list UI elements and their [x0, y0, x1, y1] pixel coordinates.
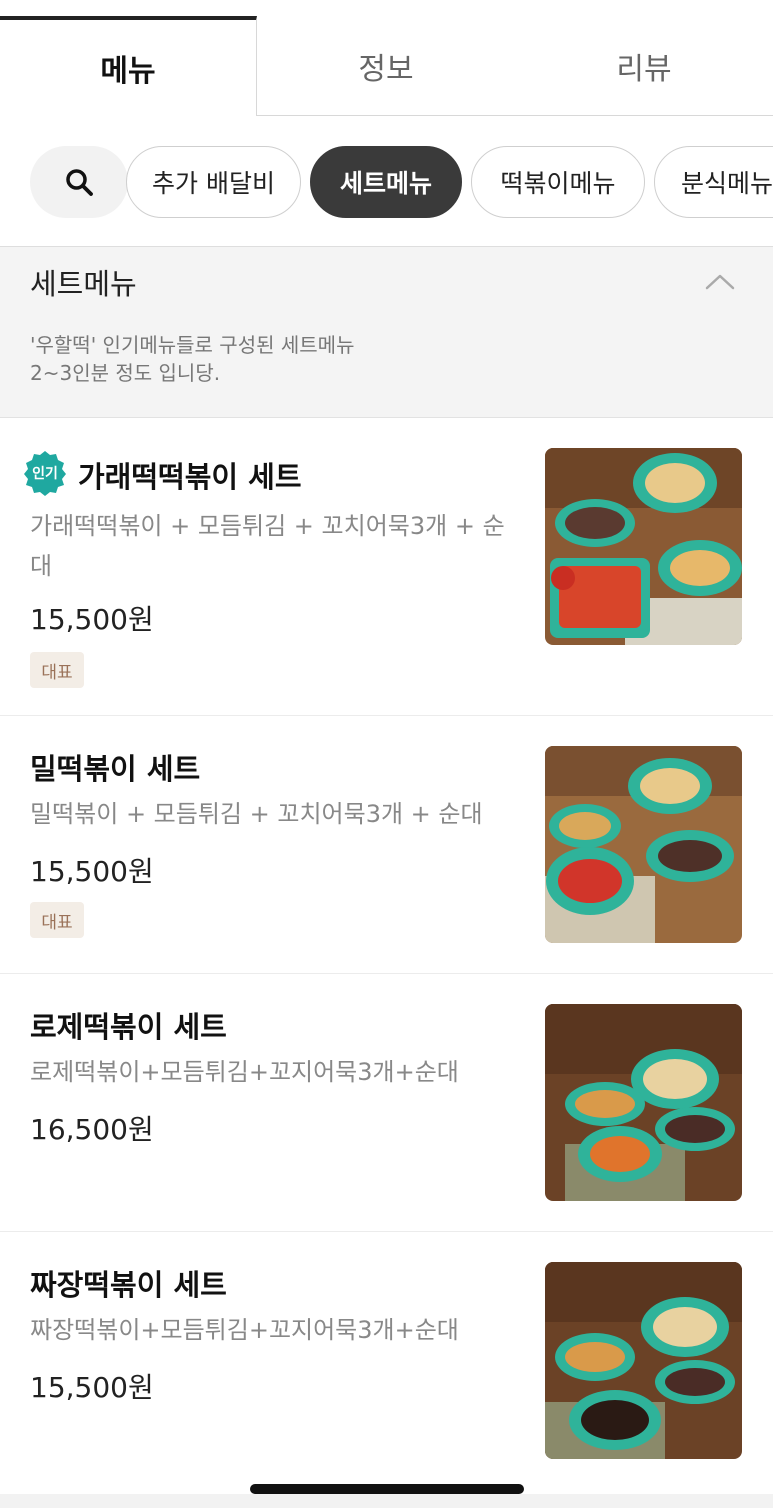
- popular-badge-label: 인기: [32, 466, 58, 482]
- search-icon: [66, 169, 93, 196]
- menu-item-name: 로제떡볶이 세트: [30, 1010, 227, 1044]
- menu-item-description: 로제떡볶이+모듬튀김+꼬지어묵3개+순대: [30, 1058, 459, 1086]
- chip-snack-menu[interactable]: 분식메뉴: [654, 146, 773, 218]
- chip-extra-delivery-fee[interactable]: 추가 배달비: [126, 146, 301, 218]
- section-description-line: '우할떡' 인기메뉴들로 구성된 세트메뉴: [30, 333, 355, 357]
- search-button[interactable]: [30, 146, 128, 218]
- menu-item-price: 15,500원: [30, 855, 154, 888]
- menu-item-photo: [545, 1004, 742, 1201]
- representative-tag: 대표: [30, 652, 84, 688]
- menu-item-name: 밀떡볶이 세트: [30, 752, 201, 786]
- section-header-set-menu[interactable]: 세트메뉴 '우할떡' 인기메뉴들로 구성된 세트메뉴 2~3인분 정도 입니당.: [0, 246, 773, 418]
- menu-item[interactable]: 밀떡볶이 세트 밀떡볶이 + 모듬튀김 + 꼬치어묵3개 + 순대 15,500…: [0, 716, 773, 974]
- menu-item-photo: [545, 448, 742, 645]
- representative-tag: 대표: [30, 902, 84, 938]
- menu-item-photo: [545, 1262, 742, 1459]
- menu-item-price: 15,500원: [30, 1371, 154, 1404]
- tab-bar: 메뉴 정보 리뷰: [0, 0, 773, 116]
- menu-item[interactable]: 인기 가래떡떡볶이 세트 가래떡떡볶이 + 모듬튀김 + 꼬치어묵3개 + 순대…: [0, 418, 773, 716]
- menu-item[interactable]: 로제떡볶이 세트 로제떡볶이+모듬튀김+꼬지어묵3개+순대 16,500원: [0, 974, 773, 1232]
- tab-reviews[interactable]: 리뷰: [515, 16, 773, 116]
- menu-item-price: 16,500원: [30, 1113, 154, 1146]
- section-description: '우할떡' 인기메뉴들로 구성된 세트메뉴 2~3인분 정도 입니당.: [30, 331, 354, 387]
- menu-item-description: 밀떡볶이 + 모듬튀김 + 꼬치어묵3개 + 순대: [30, 800, 483, 828]
- menu-item-name: 가래떡떡볶이 세트: [78, 460, 302, 494]
- category-chip-bar: 추가 배달비 세트메뉴 떡볶이메뉴 분식메뉴: [0, 116, 773, 246]
- bottom-strip: [0, 1494, 773, 1508]
- section-title: 세트메뉴: [30, 267, 137, 301]
- menu-item-description: 가래떡떡볶이 + 모듬튀김 + 꼬치어묵3개 + 순대: [30, 512, 505, 580]
- chip-tteokbokki-menu[interactable]: 떡볶이메뉴: [471, 146, 645, 218]
- section-description-line: 2~3인분 정도 입니당.: [30, 361, 221, 385]
- menu-item-name: 짜장떡볶이 세트: [30, 1268, 227, 1302]
- menu-item[interactable]: 짜장떡볶이 세트 짜장떡볶이+모듬튀김+꼬지어묵3개+순대 15,500원: [0, 1232, 773, 1482]
- home-indicator[interactable]: [250, 1484, 524, 1494]
- chevron-up-icon[interactable]: [704, 269, 736, 293]
- menu-item-description: 짜장떡볶이+모듬튀김+꼬지어묵3개+순대: [30, 1316, 459, 1344]
- chip-set-menu[interactable]: 세트메뉴: [310, 146, 462, 218]
- tab-info[interactable]: 정보: [257, 16, 515, 116]
- menu-item-photo: [545, 746, 742, 943]
- menu-item-price: 15,500원: [30, 603, 154, 636]
- tab-menu[interactable]: 메뉴: [0, 16, 257, 116]
